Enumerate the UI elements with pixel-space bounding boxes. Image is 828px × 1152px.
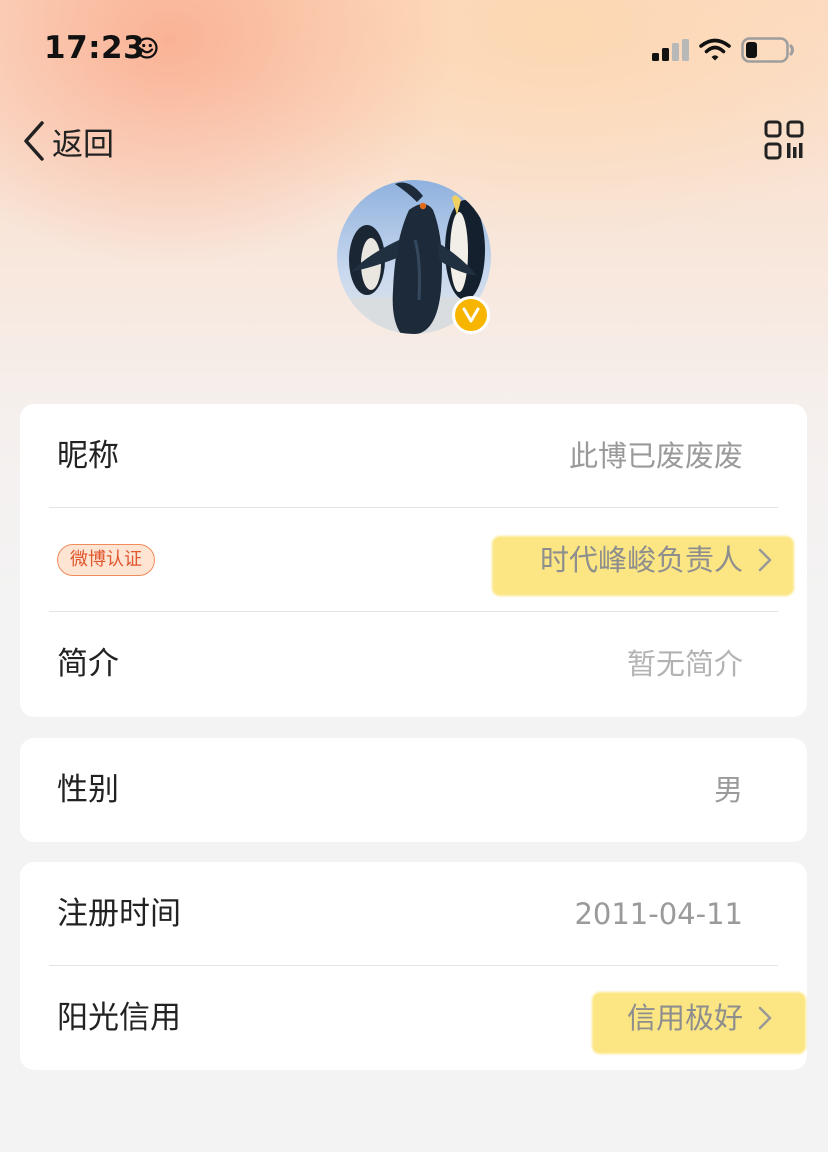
- row-register-time: 注册时间 2011-04-11: [20, 862, 807, 966]
- battery-icon: [741, 37, 794, 63]
- row-gender[interactable]: 性别 男: [20, 738, 807, 842]
- register-label: 注册时间: [57, 896, 181, 932]
- back-button[interactable]: 返回: [20, 118, 114, 164]
- credit-value[interactable]: 信用极好: [627, 966, 743, 1070]
- wifi-icon: [699, 38, 731, 61]
- status-time: 17:23: [44, 30, 146, 66]
- verified-badge: [452, 296, 490, 334]
- weibo-verified-tag: 微博认证: [57, 544, 155, 576]
- row-nickname[interactable]: 昵称 此博已废废废: [20, 404, 807, 508]
- profile-card-basic: 昵称 此博已废废废 微博认证 时代峰峻负责人 简介 暂无简介: [20, 404, 807, 717]
- signal-icon: [652, 39, 689, 61]
- profile-card-account: 注册时间 2011-04-11 阳光信用 信用极好: [20, 862, 807, 1070]
- chevron-right-icon: [758, 1006, 772, 1030]
- row-bio[interactable]: 简介 暂无简介: [20, 612, 807, 716]
- qr-code-icon[interactable]: [764, 120, 804, 160]
- profile-card-gender: 性别 男: [20, 738, 807, 842]
- row-verification[interactable]: 微博认证 时代峰峻负责人: [20, 508, 807, 612]
- bio-label: 简介: [57, 646, 119, 682]
- status-bar: 17:23: [0, 0, 828, 100]
- bio-value: 暂无简介: [626, 647, 743, 681]
- back-label: 返回: [52, 126, 114, 163]
- register-value: 2011-04-11: [574, 897, 743, 931]
- gender-value: 男: [713, 773, 743, 807]
- gender-label: 性别: [57, 772, 119, 808]
- verified-check-icon: [462, 307, 480, 323]
- nickname-label: 昵称: [57, 438, 119, 474]
- nickname-value: 此博已废废废: [568, 439, 743, 473]
- chevron-right-icon: [758, 548, 772, 572]
- credit-label: 阳光信用: [57, 1000, 181, 1036]
- row-sunshine-credit[interactable]: 阳光信用 信用极好: [20, 966, 807, 1070]
- chevron-left-icon: [24, 121, 44, 161]
- verify-value[interactable]: 时代峰峻负责人: [540, 508, 743, 612]
- smiley-icon: [136, 37, 158, 59]
